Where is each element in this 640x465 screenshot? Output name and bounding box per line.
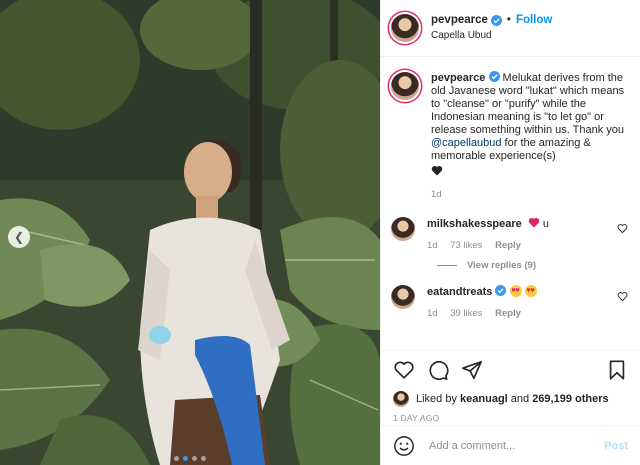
post-location[interactable]: Capella Ubud — [431, 28, 552, 43]
liker-username[interactable]: keanuagl — [460, 393, 508, 405]
post-header: pevpearce • Follow Capella Ubud — [381, 0, 640, 57]
comments-section[interactable]: pevpearce Melukat derives from the old J… — [381, 57, 640, 351]
likes-middle: and — [507, 393, 533, 405]
caption-age: 1d — [431, 189, 442, 200]
author-avatar[interactable] — [391, 14, 419, 42]
carousel-dot-active — [183, 456, 188, 461]
carousel-dot — [174, 456, 179, 461]
likes-prefix: Liked by — [416, 393, 461, 405]
comment-reply-button[interactable]: Reply — [495, 308, 521, 319]
comment-reply-button[interactable]: Reply — [495, 240, 521, 251]
heart-eyes-emoji-icon — [524, 285, 537, 297]
carousel-dot — [201, 456, 206, 461]
post-actions-bar — [381, 351, 640, 389]
heart-eyes-emoji-icon — [509, 285, 522, 297]
chevron-left-icon: ❮ — [13, 230, 25, 244]
save-icon[interactable] — [606, 359, 628, 381]
verified-badge-icon — [488, 71, 500, 82]
comment-icon[interactable] — [427, 359, 449, 381]
comment-username[interactable]: eatandtreats — [427, 286, 492, 298]
follow-button[interactable]: Follow — [516, 13, 552, 28]
comment-heart-icon[interactable] — [617, 223, 628, 234]
post-photo[interactable]: ❮ — [0, 0, 380, 465]
verified-badge-icon — [490, 15, 502, 26]
comment-item: milkshakesspeare u 1d 73 likes Reply — [391, 217, 628, 252]
comment-likes[interactable]: 73 likes — [450, 240, 482, 251]
caption-username[interactable]: pevpearce — [431, 72, 485, 84]
share-icon[interactable] — [461, 359, 483, 381]
carousel-dot — [192, 456, 197, 461]
jungle-photo-illustration — [0, 0, 380, 465]
view-replies-button[interactable]: View replies (9) — [437, 260, 628, 271]
post-caption: pevpearce Melukat derives from the old J… — [391, 71, 628, 201]
liker-avatar[interactable] — [393, 391, 409, 407]
emoji-smile-icon[interactable] — [393, 435, 415, 457]
separator-bullet: • — [506, 14, 511, 26]
comment-age: 1d — [427, 240, 438, 251]
comment-age: 1d — [427, 308, 438, 319]
comment-item: eatandtreats 1d 39 likes Reply — [391, 285, 628, 320]
author-username[interactable]: pevpearce — [431, 13, 488, 28]
commenter-avatar[interactable] — [391, 217, 415, 241]
comment-likes[interactable]: 39 likes — [450, 308, 482, 319]
red-heart-emoji-icon — [528, 217, 540, 228]
verified-badge-icon — [495, 285, 507, 296]
comment-text: u — [542, 218, 550, 230]
comment-username[interactable]: milkshakesspeare — [427, 218, 522, 230]
carousel-prev-button[interactable]: ❮ — [8, 226, 30, 248]
carousel-indicator — [174, 456, 206, 461]
caption-mention-link[interactable]: @capellaubud — [431, 137, 502, 149]
black-heart-emoji-icon — [431, 165, 443, 176]
commenter-avatar[interactable] — [391, 285, 415, 309]
likes-count-link[interactable]: 269,199 others — [532, 393, 608, 405]
heart-icon[interactable] — [393, 359, 415, 381]
comment-input[interactable] — [429, 439, 605, 452]
caption-avatar[interactable] — [391, 72, 419, 100]
post-side-panel: pevpearce • Follow Capella Ubud pevpearc… — [380, 0, 640, 465]
post-comment-button[interactable]: Post — [604, 440, 628, 452]
comment-heart-icon[interactable] — [617, 291, 628, 302]
add-comment-bar: Post — [381, 425, 640, 465]
likes-summary: Liked by keanuagl and 269,199 others — [381, 389, 640, 409]
